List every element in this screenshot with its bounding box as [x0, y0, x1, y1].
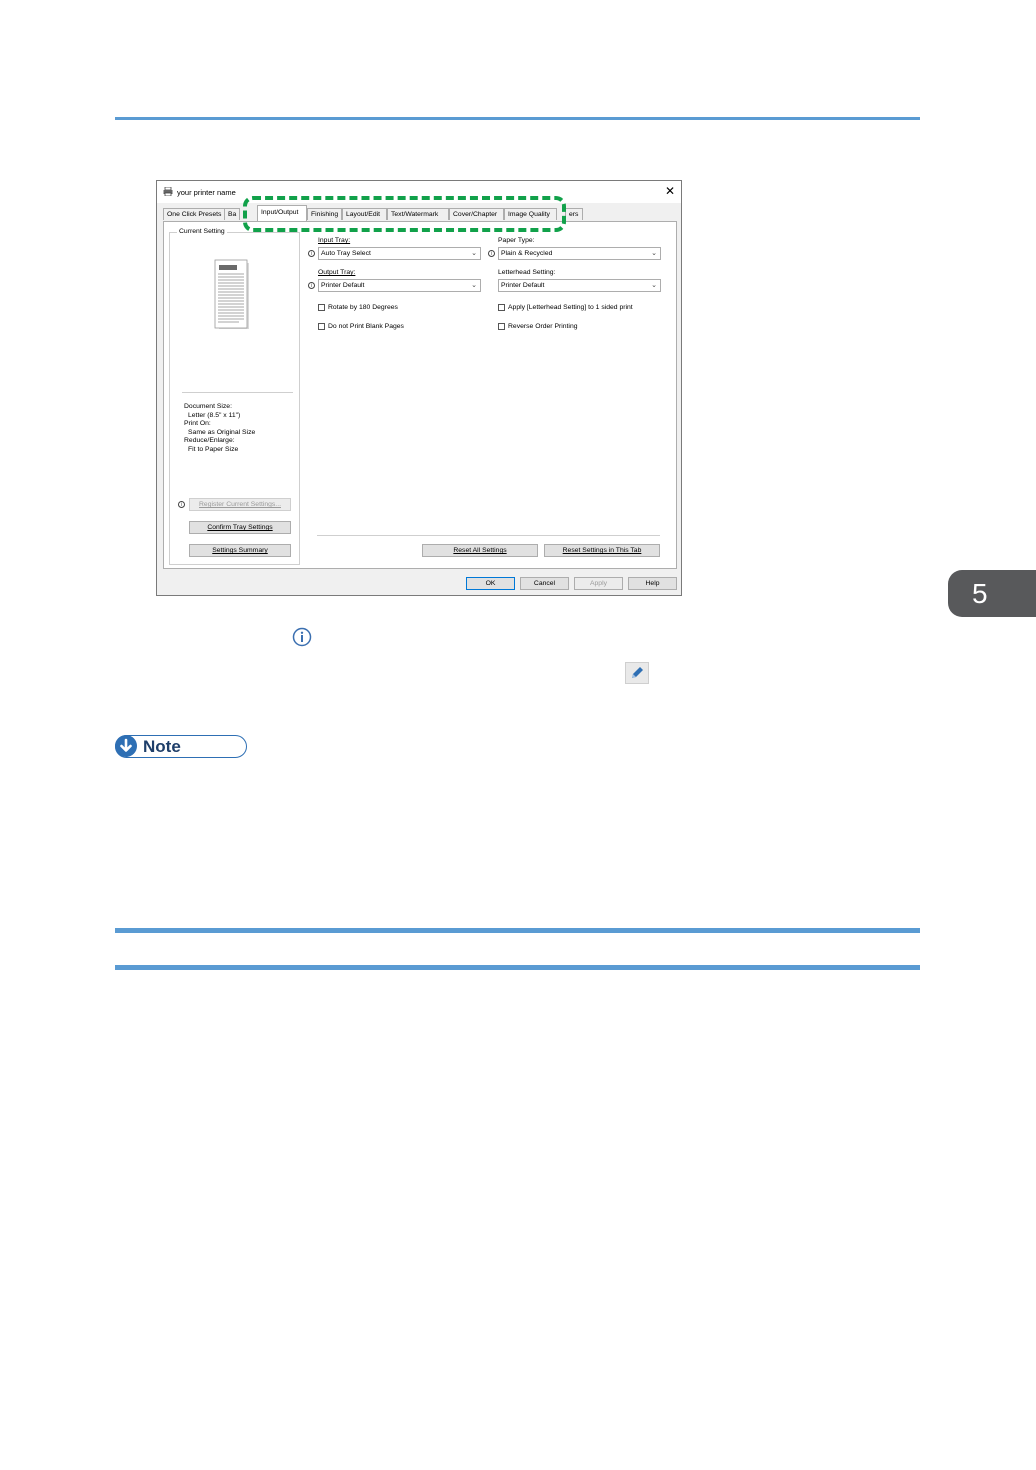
reduce-enlarge-value: Fit to Paper Size — [188, 445, 239, 453]
rotate-180-label: Rotate by 180 Degrees — [328, 304, 398, 311]
checkbox-box[interactable] — [318, 304, 325, 311]
apply-button[interactable]: Apply — [574, 577, 623, 590]
current-setting-label: Current Setting — [177, 228, 227, 235]
tab-basic[interactable]: Ba — [224, 208, 240, 220]
letterhead-setting-select[interactable]: Printer Default ⌄ — [498, 279, 661, 292]
document-size-label: Document Size: — [184, 403, 232, 410]
output-tray-value: Printer Default — [321, 282, 365, 289]
reverse-order-checkbox[interactable]: Reverse Order Printing — [498, 323, 578, 330]
paper-type-label: Paper Type: — [498, 237, 535, 244]
chevron-down-icon: ⌄ — [471, 250, 477, 257]
input-tray-select[interactable]: Auto Tray Select ⌄ — [318, 247, 481, 260]
help-button[interactable]: Help — [628, 577, 677, 590]
chapter-tab: 5 — [948, 570, 1036, 617]
apply-letterhead-label: Apply [Letterhead Setting] to 1 sided pr… — [508, 304, 633, 311]
tab-one-click-presets[interactable]: One Click Presets — [163, 208, 225, 220]
info-icon[interactable]: i — [488, 250, 495, 257]
letterhead-setting-value: Printer Default — [501, 282, 545, 289]
tab-finishing[interactable]: Finishing — [307, 208, 342, 220]
tab-cover-chapter[interactable]: Cover/Chapter — [449, 208, 504, 220]
checkbox-box[interactable] — [498, 304, 505, 311]
paper-type-select[interactable]: Plain & Recycled ⌄ — [498, 247, 661, 260]
info-icon[interactable]: i — [308, 282, 315, 289]
document-size-value: Letter (8.5" x 11") — [188, 411, 241, 419]
header-rule — [115, 117, 920, 120]
ok-button[interactable]: OK — [466, 577, 515, 590]
reset-all-settings-button[interactable]: Reset All Settings — [422, 544, 538, 557]
register-current-settings-button[interactable]: Register Current Settings... — [189, 498, 291, 511]
note-label: Note — [143, 737, 181, 756]
input-tray-value: Auto Tray Select — [321, 250, 371, 257]
current-setting-divider — [182, 392, 293, 393]
info-icon — [292, 627, 312, 647]
checkbox-box[interactable] — [318, 323, 325, 330]
reverse-order-label: Reverse Order Printing — [508, 323, 578, 330]
dialog-title: your printer name — [177, 188, 236, 197]
printer-properties-dialog: your printer name ✕ One Click Presets Ba… — [156, 180, 682, 596]
tab-image-quality[interactable]: Image Quality — [504, 208, 557, 220]
no-blank-pages-label: Do not Print Blank Pages — [328, 323, 404, 330]
note-badge: Note — [115, 735, 247, 758]
cancel-button[interactable]: Cancel — [520, 577, 569, 590]
output-tray-select[interactable]: Printer Default ⌄ — [318, 279, 481, 292]
info-icon[interactable]: i — [178, 501, 185, 508]
chevron-down-icon: ⌄ — [651, 250, 657, 257]
input-tray-label: Input Tray: — [318, 237, 351, 244]
section-rule-bottom — [115, 965, 920, 970]
pencil-icon — [625, 662, 649, 684]
close-icon[interactable]: ✕ — [665, 184, 675, 198]
paper-type-value: Plain & Recycled — [501, 250, 553, 257]
tab-others[interactable]: ers — [565, 208, 583, 220]
panel-separator — [317, 535, 660, 536]
output-tray-label: Output Tray: — [318, 269, 356, 276]
tab-text-watermark[interactable]: Text/Watermark — [387, 208, 449, 220]
print-on-value: Same as Original Size — [188, 428, 256, 436]
checkbox-box[interactable] — [498, 323, 505, 330]
no-blank-pages-checkbox[interactable]: Do not Print Blank Pages — [318, 323, 404, 330]
info-icon[interactable]: i — [308, 250, 315, 257]
reduce-enlarge-label: Reduce/Enlarge: — [184, 437, 235, 445]
settings-summary-button[interactable]: Settings Summary — [189, 544, 291, 557]
document-preview-image — [214, 259, 249, 329]
confirm-tray-settings-button[interactable]: Confirm Tray Settings — [189, 521, 291, 534]
reset-settings-tab-button[interactable]: Reset Settings in This Tab — [544, 544, 660, 557]
chevron-down-icon: ⌄ — [471, 282, 477, 289]
tab-input-output[interactable]: Input/Output — [257, 205, 307, 221]
print-on-label: Print On: — [184, 420, 211, 428]
arrow-down-icon — [115, 735, 137, 757]
letterhead-setting-label: Letterhead Setting: — [498, 269, 556, 276]
dialog-titlebar: your printer name ✕ — [157, 181, 681, 203]
printer-icon — [163, 187, 173, 196]
tab-layout-edit[interactable]: Layout/Edit — [342, 208, 387, 220]
section-rule-top — [115, 928, 920, 933]
chevron-down-icon: ⌄ — [651, 282, 657, 289]
current-setting-summary: Document Size: Letter (8.5" x 11") Print… — [184, 403, 255, 455]
apply-letterhead-checkbox[interactable]: Apply [Letterhead Setting] to 1 sided pr… — [498, 304, 633, 311]
chapter-number: 5 — [972, 577, 988, 609]
rotate-180-checkbox[interactable]: Rotate by 180 Degrees — [318, 304, 398, 311]
